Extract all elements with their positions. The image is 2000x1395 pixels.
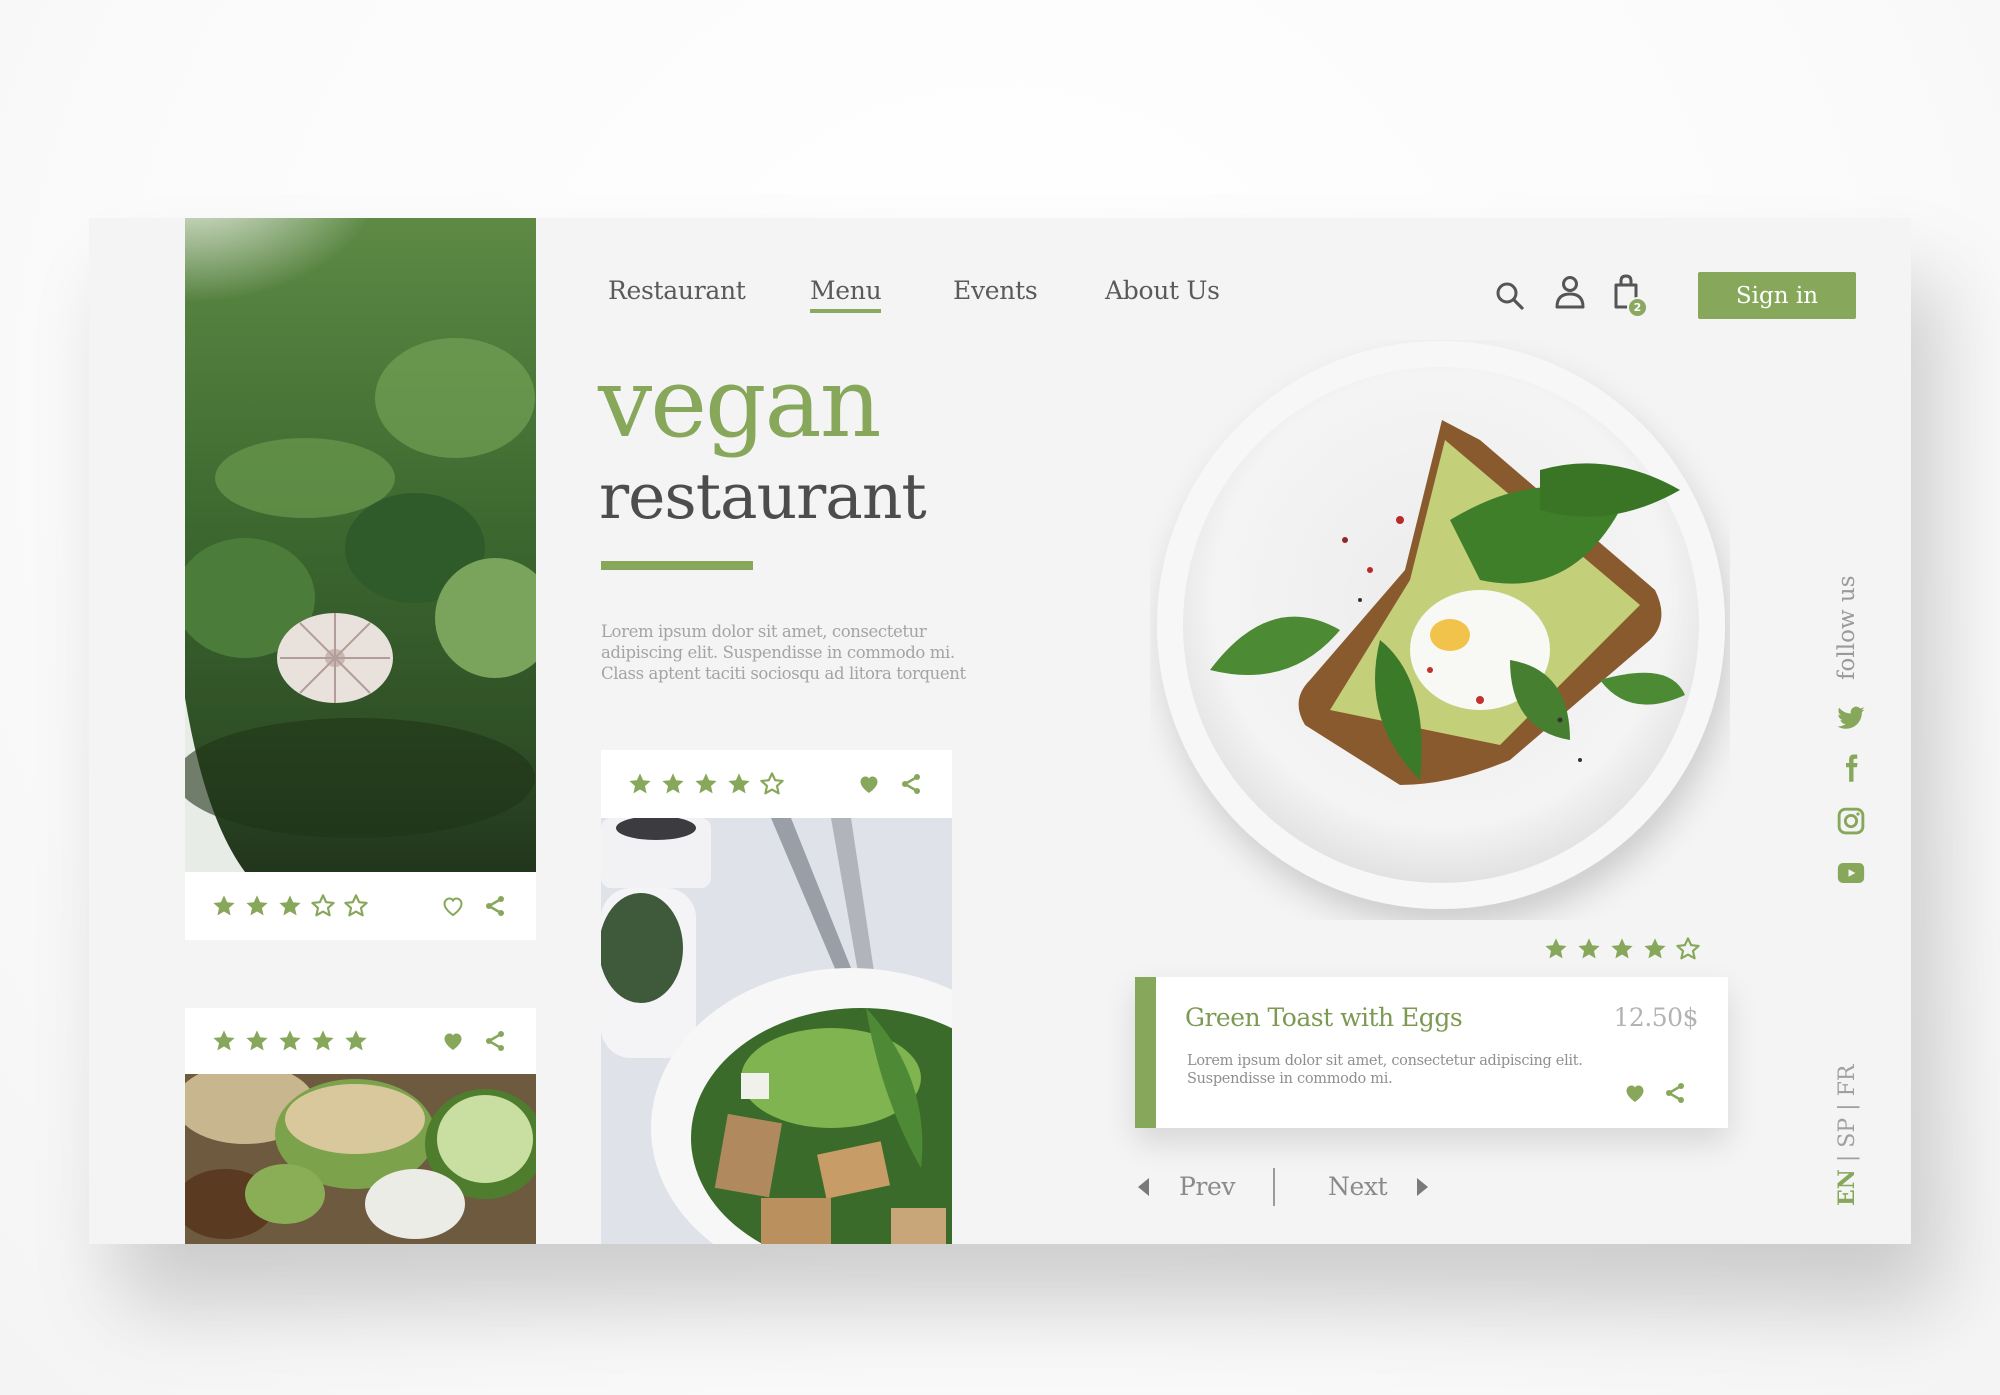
star-rating[interactable] <box>211 1028 369 1054</box>
featured-star-rating[interactable] <box>1543 936 1701 962</box>
caret-right-icon <box>1417 1177 1429 1196</box>
heart-filled-icon[interactable] <box>856 772 882 796</box>
instagram-icon[interactable] <box>1836 806 1866 836</box>
lang-sp[interactable]: SP <box>1835 1118 1860 1148</box>
star-filled-icon[interactable] <box>244 1028 270 1054</box>
next-button[interactable]: Next <box>1328 1172 1429 1201</box>
featured-product-card[interactable]: Green Toast with Eggs 12.50$ Lorem ipsum… <box>1135 977 1728 1128</box>
star-empty-icon[interactable] <box>343 893 369 919</box>
product-description: Lorem ipsum dolor sit amet, consectetur … <box>1187 1053 1583 1087</box>
rating-bar <box>601 750 952 818</box>
sign-in-button[interactable]: Sign in <box>1698 272 1856 319</box>
product-price: 12.50$ <box>1613 1003 1699 1032</box>
star-filled-icon[interactable] <box>310 1028 336 1054</box>
star-filled-icon[interactable] <box>1576 936 1602 962</box>
prev-button[interactable]: Prev <box>1138 1172 1235 1201</box>
star-rating[interactable] <box>211 893 369 919</box>
share-icon[interactable] <box>482 894 508 918</box>
star-empty-icon[interactable] <box>759 771 785 797</box>
star-empty-icon[interactable] <box>310 893 336 919</box>
star-rating[interactable] <box>627 771 785 797</box>
star-filled-icon[interactable] <box>627 771 653 797</box>
star-filled-icon[interactable] <box>277 1028 303 1054</box>
broccoli-garlic-photo[interactable] <box>185 218 536 872</box>
heart-outline-icon[interactable] <box>440 894 466 918</box>
star-filled-icon[interactable] <box>726 771 752 797</box>
star-filled-icon[interactable] <box>1642 936 1668 962</box>
star-filled-icon[interactable] <box>1543 936 1569 962</box>
hero-description: Lorem ipsum dolor sit amet, consectetur … <box>601 622 966 683</box>
pager-divider <box>1273 1168 1275 1206</box>
share-icon[interactable] <box>1662 1081 1688 1105</box>
share-icon[interactable] <box>482 1029 508 1053</box>
nav-item-menu[interactable]: Menu <box>810 276 882 313</box>
tofu-bowl-photo[interactable] <box>601 818 952 1244</box>
lang-fr[interactable]: FR <box>1835 1065 1860 1097</box>
star-filled-icon[interactable] <box>211 893 237 919</box>
star-filled-icon[interactable] <box>211 1028 237 1054</box>
youtube-icon[interactable] <box>1836 858 1866 888</box>
rating-bar <box>185 1008 536 1074</box>
star-filled-icon[interactable] <box>277 893 303 919</box>
hero-subtitle: restaurant <box>599 460 927 533</box>
user-icon[interactable] <box>1554 274 1586 310</box>
star-filled-icon[interactable] <box>693 771 719 797</box>
heart-filled-icon[interactable] <box>1622 1081 1648 1105</box>
nav-item-restaurant[interactable]: Restaurant <box>608 276 746 305</box>
lang-separator: | <box>1835 1103 1860 1111</box>
prev-label: Prev <box>1179 1172 1236 1201</box>
star-empty-icon[interactable] <box>1675 936 1701 962</box>
star-filled-icon[interactable] <box>343 1028 369 1054</box>
lang-en[interactable]: EN <box>1834 1169 1860 1206</box>
nav-item-events[interactable]: Events <box>953 276 1038 305</box>
heart-filled-icon[interactable] <box>440 1029 466 1053</box>
twitter-icon[interactable] <box>1836 703 1866 733</box>
language-switcher: EN | SP | FR <box>1834 1065 1860 1206</box>
star-filled-icon[interactable] <box>660 771 686 797</box>
star-filled-icon[interactable] <box>1609 936 1635 962</box>
rating-bar <box>185 872 536 940</box>
search-icon[interactable] <box>1494 278 1526 314</box>
cart-count-badge: 2 <box>1627 297 1648 318</box>
avocado-toast-plate-photo[interactable] <box>1150 340 1730 920</box>
cucumber-salad-photo[interactable] <box>185 1074 536 1244</box>
star-filled-icon[interactable] <box>244 893 270 919</box>
next-label: Next <box>1328 1172 1388 1201</box>
product-accent-bar <box>1135 977 1156 1128</box>
facebook-icon[interactable] <box>1836 753 1866 783</box>
caret-left-icon <box>1138 1177 1149 1196</box>
lang-separator: | <box>1835 1154 1860 1163</box>
nav-item-about-us[interactable]: About Us <box>1105 276 1220 305</box>
hero-title: vegan <box>598 347 882 459</box>
share-icon[interactable] <box>898 772 924 796</box>
product-name: Green Toast with Eggs <box>1185 1003 1463 1032</box>
follow-us-label: follow us <box>1834 575 1860 680</box>
hero-divider <box>601 561 753 570</box>
